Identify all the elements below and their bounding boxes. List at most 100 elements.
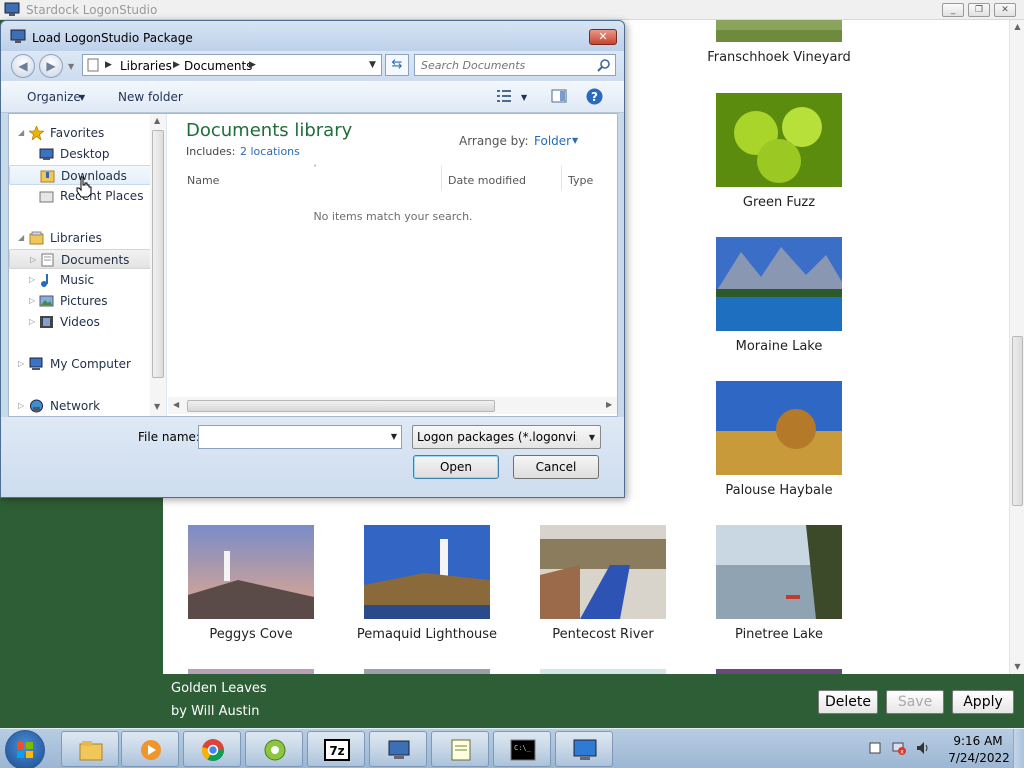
start-button[interactable] bbox=[5, 730, 45, 768]
action-center-icon[interactable] bbox=[868, 741, 882, 755]
nav-libraries[interactable]: ◢ Libraries bbox=[9, 228, 151, 248]
taskbar-logonstudio[interactable] bbox=[555, 731, 613, 767]
theme-tile[interactable]: Peggys Cove bbox=[163, 525, 339, 642]
cancel-button[interactable]: Cancel bbox=[513, 455, 599, 479]
clock-time[interactable]: 9:16 AM bbox=[948, 734, 1008, 748]
breadcrumb[interactable]: ▶ Libraries ▶ Documents ▶ ▼ bbox=[82, 54, 382, 76]
refresh-button[interactable]: ⇆ bbox=[385, 54, 409, 76]
horizontal-scrollbar-thumb[interactable] bbox=[187, 400, 495, 412]
breadcrumb-separator-icon[interactable]: ▶ bbox=[173, 60, 180, 70]
nav-music[interactable]: ▷ Music bbox=[9, 270, 151, 290]
breadcrumb-separator-icon[interactable]: ▶ bbox=[105, 60, 112, 70]
view-dropdown-icon[interactable]: ▼ bbox=[521, 93, 527, 102]
column-divider[interactable] bbox=[441, 166, 442, 190]
theme-tile[interactable]: Franschhoek Vineyard bbox=[691, 20, 867, 65]
arrange-dropdown-icon[interactable]: ▼ bbox=[572, 136, 578, 145]
expand-icon[interactable]: ▷ bbox=[29, 275, 35, 284]
theme-tile[interactable]: Palouse Haybale bbox=[691, 381, 867, 498]
organize-dropdown-icon[interactable]: ▼ bbox=[79, 93, 85, 102]
arrange-by-dropdown[interactable]: Folder bbox=[534, 134, 571, 148]
volume-icon[interactable] bbox=[916, 741, 930, 755]
scroll-down-icon[interactable]: ▼ bbox=[1010, 660, 1024, 674]
column-type[interactable]: Type bbox=[568, 174, 593, 187]
taskbar-notepad-app[interactable] bbox=[431, 731, 489, 767]
nav-documents[interactable]: ▷ Documents bbox=[9, 249, 151, 269]
taskbar-chrome[interactable] bbox=[183, 731, 241, 767]
breadcrumb-dropdown-icon[interactable]: ▼ bbox=[369, 60, 376, 70]
scroll-right-icon[interactable]: ▶ bbox=[606, 400, 612, 409]
clock-date[interactable]: 7/24/2022 bbox=[944, 751, 1014, 765]
column-name[interactable]: Name bbox=[187, 174, 219, 187]
expand-icon[interactable]: ▷ bbox=[29, 317, 35, 326]
music-app-icon bbox=[264, 739, 286, 761]
show-desktop-button[interactable] bbox=[1013, 729, 1024, 768]
column-date-modified[interactable]: Date modified bbox=[448, 174, 526, 187]
scrollbar-thumb[interactable] bbox=[1012, 336, 1023, 506]
theme-tile[interactable]: Pentecost River bbox=[515, 525, 691, 642]
file-name-combobox[interactable]: ▼ bbox=[198, 425, 402, 449]
theme-tile[interactable]: Green Fuzz bbox=[691, 93, 867, 210]
expand-icon[interactable]: ▷ bbox=[29, 296, 35, 305]
gallery-scrollbar[interactable]: ▲ ▼ bbox=[1009, 20, 1024, 674]
network-disconnected-icon[interactable]: x bbox=[892, 741, 906, 755]
locations-link[interactable]: 2 locations bbox=[240, 145, 300, 158]
search-input[interactable] bbox=[421, 57, 591, 73]
breadcrumb-documents[interactable]: Documents bbox=[184, 59, 252, 73]
maximize-button[interactable]: ❐ bbox=[968, 3, 990, 17]
recent-locations-icon[interactable]: ▼ bbox=[68, 62, 74, 71]
taskbar-cmd[interactable]: C:\_ bbox=[493, 731, 551, 767]
taskbar-explorer[interactable] bbox=[61, 731, 119, 767]
column-divider[interactable] bbox=[561, 166, 562, 190]
taskbar-media-player[interactable] bbox=[121, 731, 179, 767]
search-box[interactable] bbox=[414, 54, 616, 76]
notepad-app-icon bbox=[451, 739, 471, 761]
delete-button[interactable]: Delete bbox=[818, 690, 878, 714]
nav-my-computer[interactable]: ▷ My Computer bbox=[9, 354, 151, 374]
close-button[interactable]: ✕ bbox=[994, 3, 1016, 17]
collapse-icon[interactable]: ◢ bbox=[18, 233, 24, 242]
nav-desktop[interactable]: Desktop bbox=[9, 144, 151, 164]
apply-button[interactable]: Apply bbox=[952, 690, 1014, 714]
app-titlebar: Stardock LogonStudio _ ❐ ✕ bbox=[0, 0, 1024, 20]
save-button[interactable]: Save bbox=[886, 690, 944, 714]
taskbar-music-app[interactable] bbox=[245, 731, 303, 767]
scroll-up-icon[interactable]: ▲ bbox=[154, 116, 160, 125]
open-button[interactable]: Open bbox=[413, 455, 499, 479]
breadcrumb-separator-icon[interactable]: ▶ bbox=[249, 60, 256, 70]
expand-icon[interactable]: ▷ bbox=[30, 255, 36, 264]
nav-scrollbar-thumb[interactable] bbox=[152, 130, 164, 378]
file-name-input[interactable] bbox=[202, 429, 382, 445]
file-type-select[interactable]: Logon packages (*.logonvista, * ▼ bbox=[412, 425, 601, 449]
nav-network[interactable]: ▷ Network bbox=[9, 396, 151, 416]
nav-favorites[interactable]: ◢ Favorites bbox=[9, 123, 151, 143]
river-gorge-thumbnail bbox=[540, 525, 666, 619]
back-button[interactable]: ◀ bbox=[11, 54, 35, 78]
theme-tile[interactable]: Pinetree Lake bbox=[691, 525, 867, 642]
scroll-up-icon[interactable]: ▲ bbox=[1010, 20, 1024, 34]
file-name-dropdown-icon[interactable]: ▼ bbox=[391, 432, 397, 441]
file-type-dropdown-icon[interactable]: ▼ bbox=[589, 433, 595, 442]
minimize-button[interactable]: _ bbox=[942, 3, 964, 17]
view-options-icon[interactable] bbox=[496, 88, 512, 104]
scroll-left-icon[interactable]: ◀ bbox=[173, 400, 179, 409]
horizontal-scrollbar[interactable]: ◀ ▶ bbox=[168, 397, 617, 414]
scroll-down-icon[interactable]: ▼ bbox=[154, 402, 160, 411]
expand-icon[interactable]: ▷ bbox=[18, 359, 24, 368]
nav-scrollbar[interactable]: ▲ ▼ bbox=[150, 114, 166, 416]
dialog-close-button[interactable]: ✕ bbox=[589, 29, 617, 45]
nav-pictures[interactable]: ▷ Pictures bbox=[9, 291, 151, 311]
taskbar-7zip[interactable]: 7z bbox=[307, 731, 365, 767]
taskbar-network-app[interactable] bbox=[369, 731, 427, 767]
expand-icon[interactable]: ▷ bbox=[18, 401, 24, 410]
collapse-icon[interactable]: ◢ bbox=[18, 128, 24, 137]
preview-pane-icon[interactable] bbox=[551, 88, 567, 104]
help-icon[interactable]: ? bbox=[586, 88, 603, 105]
theme-name: Golden Leaves bbox=[171, 681, 267, 696]
breadcrumb-libraries[interactable]: Libraries bbox=[120, 59, 172, 73]
new-folder-button[interactable]: New folder bbox=[118, 90, 183, 104]
theme-tile[interactable]: Pemaquid Lighthouse bbox=[339, 525, 515, 642]
forward-button[interactable]: ▶ bbox=[39, 54, 63, 78]
organize-menu[interactable]: Organize bbox=[27, 90, 81, 104]
theme-tile[interactable]: Moraine Lake bbox=[691, 237, 867, 354]
nav-videos[interactable]: ▷ Videos bbox=[9, 312, 151, 332]
